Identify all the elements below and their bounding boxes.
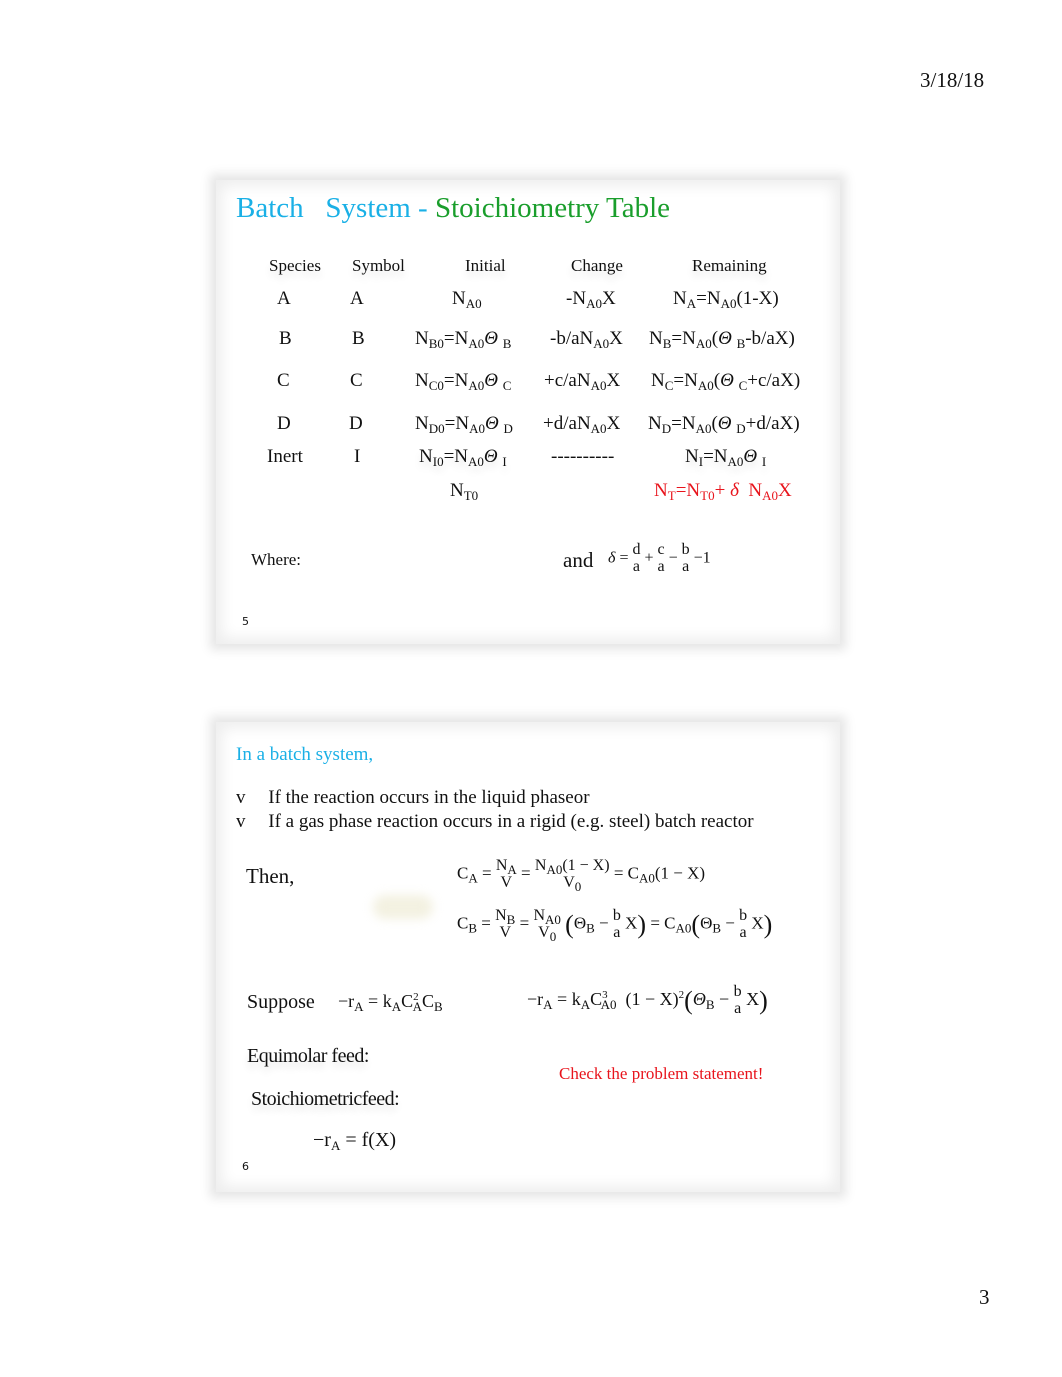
change-cell: ---------- [551,446,615,467]
decorative-highlight [373,895,433,919]
header-initial: Initial [465,256,506,275]
title-batch: Batch [236,192,304,224]
title-system: System - [325,192,428,224]
slide-number: 5 [242,615,249,628]
species-cell: C [277,370,290,391]
total-remaining: NT=NT0+ δ NA0X [654,480,792,503]
slide-stoichiometry-table: Batch System - Stoichiometry Table Speci… [216,180,840,644]
delta-formula: δ = da + ca − ba −1 [608,541,711,575]
slide-number: 6 [242,1160,249,1173]
change-cell: +c/aNA0X [544,370,621,393]
slide-heading: In a batch system, [236,744,374,765]
check-note: Check the problem statement! [559,1064,764,1083]
rate-law: −rA = kAC2ACB [338,991,443,1014]
species-cell: Inert [267,446,303,467]
slide-batch-system: In a batch system, v If the reaction occ… [216,722,840,1192]
header-remaining: Remaining [692,256,767,275]
header-species: Species [269,256,321,275]
rate-expanded: −rA = kAC3A0 (1 − X)2(ΘB − ba X) [527,983,768,1017]
remaining-cell: ND=NA0(Θ D+d/aX) [648,413,800,436]
stoichiometric-feed-label: Stoichiometricfeed: [251,1088,400,1110]
suppose-label: Suppose [247,991,315,1013]
equation-cb: CB = NB V = NA0 V0 (ΘB − ba X) = CA0(ΘB − … [457,907,773,944]
change-cell: +d/aNA0X [543,413,621,436]
where-label: Where: [251,550,302,569]
change-cell: -b/aNA0X [550,328,623,351]
total-initial: NT0 [450,480,479,503]
header-change: Change [571,256,623,275]
then-label: Then, [246,864,295,888]
equation-ca: CA = NA V = NA0(1 − X) V0 = CA0(1 − X) [457,857,706,894]
change-cell: -NA0X [566,288,616,311]
bullet-item: v If a gas phase reaction occurs in a ri… [236,811,754,832]
remaining-cell: NA=NA0(1-X) [673,288,779,311]
title-stoichiometry-table: Stoichiometry Table [434,192,670,224]
bullet-icon: v [236,811,246,832]
symbol-cell: A [350,288,364,309]
symbol-cell: D [349,413,363,434]
page-number: 3 [979,1285,990,1309]
bullet-icon: v [236,787,246,808]
slide-title: Batch System - Stoichiometry Table [236,192,670,225]
equimolar-feed-label: Equimolar feed: [247,1045,369,1067]
species-cell: D [277,413,291,434]
initial-cell: NC0=NA0Θ C [415,370,512,393]
remaining-cell: NI=NA0Θ I [685,446,767,469]
initial-cell: ND0=NA0Θ D [415,413,513,436]
symbol-cell: C [350,370,363,391]
remaining-cell: NB=NA0(Θ B-b/aX) [649,328,795,351]
document-date: 3/18/18 [920,68,985,92]
header-symbol: Symbol [352,256,405,275]
remaining-cell: NC=NA0(Θ C+c/aX) [651,370,801,393]
symbol-cell: B [352,328,365,349]
initial-cell: NA0 [452,288,482,311]
initial-cell: NI0=NA0Θ I [419,446,507,469]
symbol-cell: I [354,446,361,467]
and-label: and [563,548,594,572]
bullet-item: v If the reaction occurs in the liquid p… [236,787,590,808]
rate-function: −rA = f(X) [313,1129,397,1153]
species-cell: A [277,288,291,309]
species-cell: B [279,328,292,349]
initial-cell: NB0=NA0Θ B [415,328,512,351]
